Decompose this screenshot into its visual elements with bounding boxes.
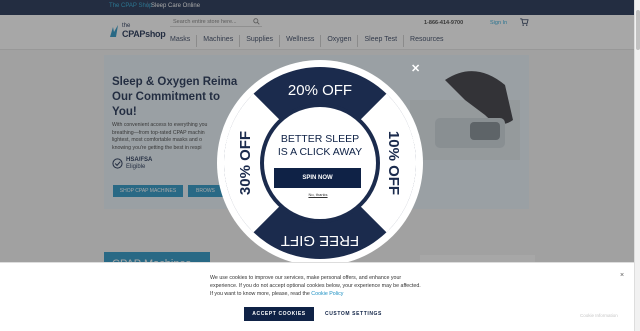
cookie-policy-link[interactable]: Cookie Policy xyxy=(311,291,343,297)
cookie-banner: We use cookies to improve our services, … xyxy=(0,262,634,331)
no-thanks-link[interactable]: No, thanks xyxy=(300,192,336,197)
accept-cookies-button[interactable]: ACCEPT COOKIES xyxy=(244,307,314,321)
wheel-label-top: 20% OFF xyxy=(288,82,352,99)
wheel-label-left: 30% OFF xyxy=(237,131,254,195)
cookie-provider-logo: Cookie Information xyxy=(580,313,618,318)
scrollbar-thumb[interactable] xyxy=(636,10,640,50)
page-scrollbar[interactable] xyxy=(634,0,640,331)
close-icon[interactable]: ✕ xyxy=(411,62,420,75)
popup-headline-line2: IS A CLICK AWAY xyxy=(277,146,363,158)
popup-headline-line1: BETTER SLEEP xyxy=(280,133,360,145)
spin-wheel: 20% OFF 10% OFF FREE GIFT 30% OFF xyxy=(217,60,423,266)
spin-now-button[interactable]: SPIN NOW xyxy=(274,168,361,188)
custom-settings-button[interactable]: CUSTOM SETTINGS xyxy=(321,307,386,321)
cookie-close-icon[interactable]: × xyxy=(620,272,624,279)
wheel-label-bottom: FREE GIFT xyxy=(281,232,359,249)
cookie-text: We use cookies to improve our services, … xyxy=(210,275,421,298)
wheel-label-right: 10% OFF xyxy=(385,131,402,195)
